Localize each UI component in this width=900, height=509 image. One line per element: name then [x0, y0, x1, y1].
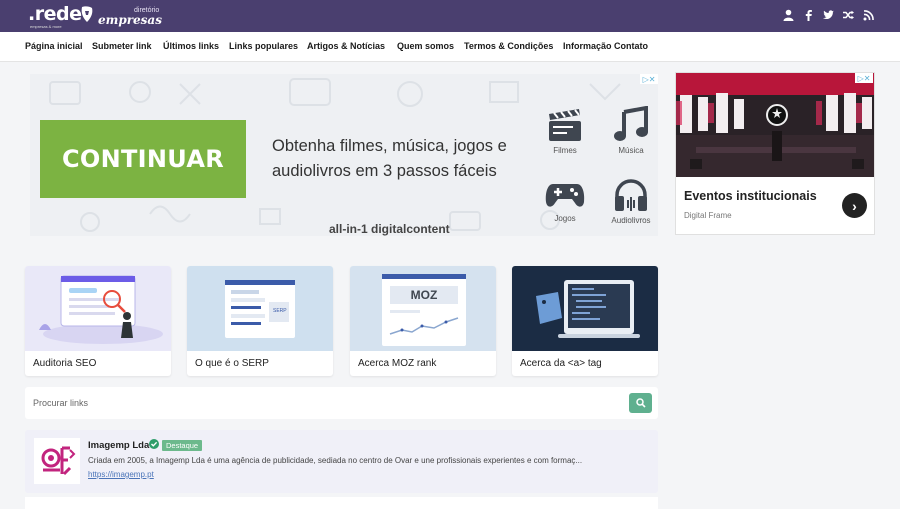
- logo-emblem-icon: [81, 6, 93, 23]
- ad-headline: Obtenha filmes, música, jogos e audioliv…: [272, 137, 507, 180]
- ad-category-audiobooks[interactable]: Audiolivros: [601, 178, 658, 225]
- card-title: O que é o SERP: [195, 358, 269, 369]
- facebook-icon[interactable]: [803, 9, 814, 21]
- user-icon[interactable]: [783, 9, 794, 21]
- card-title: Auditoria SEO: [33, 358, 97, 369]
- next-listing: [25, 497, 658, 509]
- ad-category-label: Filmes: [553, 146, 577, 155]
- nav-contact[interactable]: Informação Contato: [563, 41, 648, 51]
- banner-ad[interactable]: ▷✕ CONTINUAR Obtenha filmes, música, jog…: [30, 74, 658, 236]
- listing-logo[interactable]: [34, 438, 80, 484]
- twitter-icon[interactable]: [823, 9, 834, 21]
- card-thumbnail: SERP: [187, 266, 333, 351]
- article-card[interactable]: Acerca da <a> tag: [512, 266, 658, 376]
- nav-terms[interactable]: Termos & Condições: [464, 41, 553, 51]
- nav-about[interactable]: Quem somos: [397, 41, 454, 51]
- nav-latest-links[interactable]: Últimos links: [163, 41, 219, 51]
- ad-category-movies[interactable]: Filmes: [535, 106, 595, 155]
- link-listing[interactable]: Imagemp Lda Destaque Criada em 2005, a I…: [25, 430, 658, 493]
- music-note-icon: [614, 106, 648, 141]
- card-thumb-moz-text: MOZ: [411, 288, 438, 302]
- chevron-right-icon[interactable]: ›: [842, 193, 867, 218]
- side-ad[interactable]: ▷✕ Eventos institucionais Digital Frame …: [675, 72, 875, 235]
- clapperboard-icon: [549, 109, 581, 141]
- rss-icon[interactable]: [863, 9, 874, 21]
- nav-articles-news[interactable]: Artigos & Notícias: [307, 41, 385, 51]
- svg-text:SERP: SERP: [273, 308, 287, 314]
- article-card[interactable]: SERP O que é o SERP: [187, 266, 333, 376]
- ad-brand: all-in-1 digitalcontent: [329, 222, 450, 236]
- side-ad-image: [676, 73, 874, 177]
- continue-button[interactable]: CONTINUAR: [40, 120, 246, 198]
- card-thumbnail: MOZ: [350, 266, 496, 351]
- side-ad-subtitle: Digital Frame: [684, 211, 732, 220]
- search-icon: [635, 398, 646, 408]
- logo-tagline: empresas & more: [30, 24, 62, 29]
- card-thumbnail: [25, 266, 171, 351]
- adchoices-icon[interactable]: ▷✕: [855, 73, 873, 83]
- logo-subtitle: empresas: [98, 13, 162, 27]
- top-header: .rede empresas & more diretório empresas: [0, 0, 900, 32]
- adchoices-icon[interactable]: ▷✕: [640, 74, 658, 84]
- listing-description: Criada em 2005, a Imagemp Lda é uma agên…: [88, 456, 583, 465]
- side-ad-title: Eventos institucionais: [684, 189, 817, 203]
- nav-home[interactable]: Página inicial: [25, 41, 83, 51]
- ad-category-music[interactable]: Música: [601, 106, 658, 155]
- article-card[interactable]: Auditoria SEO: [25, 266, 171, 376]
- ad-category-games[interactable]: Jogos: [535, 178, 595, 223]
- shuffle-icon[interactable]: [843, 9, 854, 21]
- card-title: Acerca da <a> tag: [520, 358, 602, 369]
- listing-url[interactable]: https://imagemp.pt: [88, 470, 154, 479]
- search-button[interactable]: [629, 393, 652, 413]
- headphones-icon: [615, 179, 647, 211]
- ad-category-label: Audiolivros: [611, 216, 651, 225]
- ad-category-label: Música: [618, 146, 644, 155]
- search-bar: [25, 387, 658, 419]
- header-icons: [783, 9, 874, 21]
- logo-wordmark: .rede: [28, 3, 82, 25]
- card-title: Acerca MOZ rank: [358, 358, 437, 369]
- featured-badge: Destaque: [162, 440, 203, 451]
- search-input[interactable]: [25, 387, 615, 419]
- article-card[interactable]: MOZ Acerca MOZ rank: [350, 266, 496, 376]
- nav-popular-links[interactable]: Links populares: [229, 41, 298, 51]
- main-nav: Página inicial Submeter link Últimos lin…: [0, 32, 900, 62]
- ad-category-label: Jogos: [554, 214, 576, 223]
- gamepad-icon: [545, 184, 585, 207]
- card-thumbnail: [512, 266, 658, 351]
- nav-submit-link[interactable]: Submeter link: [92, 41, 152, 51]
- verified-check-icon: [149, 439, 159, 449]
- listing-name[interactable]: Imagemp Lda: [88, 440, 149, 451]
